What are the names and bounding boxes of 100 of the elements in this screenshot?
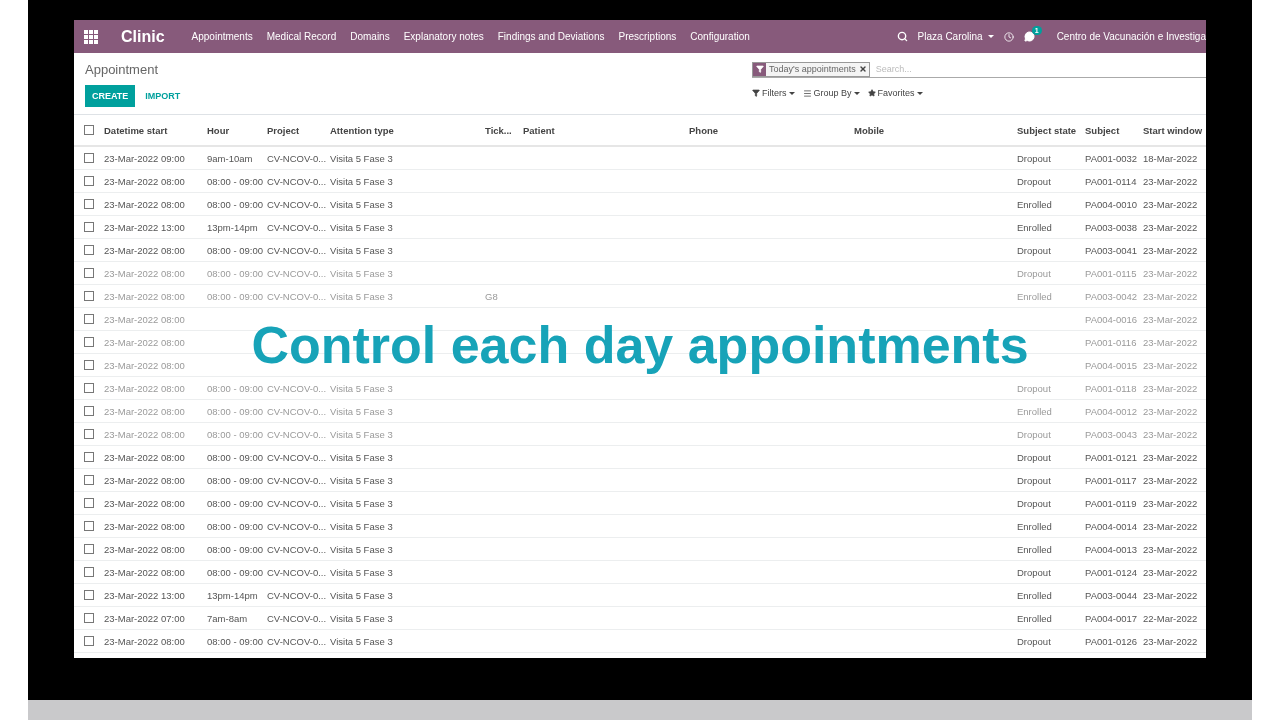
row-checkbox[interactable] <box>84 406 94 416</box>
table-cell-text: Visita 5 Fase 3 <box>329 290 394 302</box>
table-cell-text: Visita 5 Fase 3 <box>329 175 394 187</box>
row-checkbox[interactable] <box>84 636 94 646</box>
row-checkbox[interactable] <box>84 475 94 485</box>
clock-button[interactable] <box>1003 31 1014 42</box>
table-cell-text: PA003-0042 <box>1084 290 1139 302</box>
row-checkbox[interactable] <box>84 521 94 531</box>
menu-item[interactable]: Explanatory notes <box>403 31 484 42</box>
row-checkbox[interactable] <box>84 337 94 347</box>
table-cell-text: Dropout <box>1016 244 1052 256</box>
table-cell-text: 08:00 - 09:00 <box>206 428 263 440</box>
filter-icon <box>753 62 766 76</box>
table-cell-text: 23-Mar-2022 08:00 <box>103 313 186 325</box>
favorites-dropdown[interactable]: Favorites <box>867 88 923 98</box>
column-header[interactable]: Tick... <box>481 124 519 136</box>
table-cell-text: 23-Mar-2022 <box>1142 520 1199 532</box>
row-checkbox[interactable] <box>84 291 94 301</box>
row-checkbox[interactable] <box>84 245 94 255</box>
menu-item[interactable]: Domains <box>350 31 390 42</box>
table-cell-text: Dropout <box>1016 175 1052 187</box>
table-cell-text: PA001-0119 <box>1084 497 1138 509</box>
column-header[interactable]: Start window <box>1139 124 1206 136</box>
column-header[interactable]: Project <box>263 124 326 136</box>
row-checkbox[interactable] <box>84 383 94 393</box>
table-cell-text: PA003-0038 <box>1084 221 1139 233</box>
table-cell-text: Enrolled <box>1016 221 1053 233</box>
column-header[interactable]: Subject state <box>1013 124 1081 136</box>
table-cell-text: 23-Mar-2022 <box>1142 589 1199 601</box>
menu-item[interactable]: Appointments <box>191 31 253 42</box>
search-input[interactable]: Search... <box>873 63 1206 75</box>
table-cell-text: 08:00 - 09:00 <box>206 451 263 463</box>
search-button[interactable] <box>896 31 908 42</box>
table-cell-text: 23-Mar-2022 <box>1142 635 1199 647</box>
table-cell-text: 23-Mar-2022 08:00 <box>103 635 186 647</box>
row-checkbox[interactable] <box>84 429 94 439</box>
table-cell-text: CV-NCOV-0... <box>266 635 326 647</box>
caret-icon <box>916 91 923 95</box>
table-cell-text: PA004-0010 <box>1084 198 1139 210</box>
organization-name: Centro de Vacunación e Investiga <box>1056 31 1206 42</box>
table-cell-text: 23-Mar-2022 08:00 <box>103 359 186 371</box>
menu-item[interactable]: Medical Record <box>266 31 337 42</box>
row-checkbox[interactable] <box>84 544 94 554</box>
caret-icon <box>987 35 994 38</box>
row-checkbox[interactable] <box>84 268 94 278</box>
search-field[interactable]: Today's appointments Search... <box>752 61 1206 78</box>
menu-item[interactable]: Prescriptions <box>618 31 677 42</box>
table-cell-text: Visita 5 Fase 3 <box>329 405 394 417</box>
table-cell-text: Dropout <box>1016 566 1052 578</box>
row-checkbox[interactable] <box>84 567 94 577</box>
table-cell-text: 23-Mar-2022 <box>1142 336 1199 348</box>
table-cell-text: Visita 5 Fase 3 <box>329 520 394 532</box>
table-cell-text: 13pm-14pm <box>206 221 259 233</box>
filter-icon <box>752 89 760 97</box>
row-checkbox[interactable] <box>84 176 94 186</box>
column-header[interactable]: Patient <box>519 124 685 136</box>
table-cell-text: 08:00 - 09:00 <box>206 405 263 417</box>
table-cell-text: Visita 5 Fase 3 <box>329 589 394 601</box>
column-header[interactable]: Attention type <box>326 124 481 136</box>
apps-menu-button[interactable] <box>84 29 98 44</box>
table-cell-text: CV-NCOV-0... <box>266 175 326 187</box>
table-cell-text: PA004-0012 <box>1084 405 1139 417</box>
menu-item[interactable]: Findings and Deviations <box>497 31 605 42</box>
row-checkbox[interactable] <box>84 199 94 209</box>
row-checkbox[interactable] <box>84 613 94 623</box>
table-cell-text: CV-NCOV-0... <box>266 267 326 279</box>
row-checkbox[interactable] <box>84 498 94 508</box>
column-header[interactable]: Hour <box>203 124 263 136</box>
table-cell-text: 23-Mar-2022 07:00 <box>103 612 186 624</box>
table-cell-text: Visita 5 Fase 3 <box>329 566 394 578</box>
company-dropdown[interactable]: Plaza Carolina <box>917 31 994 42</box>
group-by-dropdown[interactable]: Group By <box>802 88 860 98</box>
chat-button[interactable] <box>1023 31 1035 42</box>
table-cell-text: 23-Mar-2022 08:00 <box>103 290 186 302</box>
app-name: Clinic <box>121 27 165 46</box>
facet-label: Today's appointments <box>768 64 857 74</box>
table-cell-text: PA001-0121 <box>1084 451 1139 463</box>
table-cell-text: 08:00 - 09:00 <box>206 520 263 532</box>
table-cell-text: PA004-0015 <box>1084 359 1139 371</box>
row-checkbox[interactable] <box>84 360 94 370</box>
table-cell-text: PA004-0017 <box>1084 612 1139 624</box>
column-header[interactable]: Phone <box>685 124 850 136</box>
table-cell-text: 23-Mar-2022 <box>1142 221 1199 233</box>
table-cell-text: Enrolled <box>1016 612 1053 624</box>
row-checkbox[interactable] <box>84 314 94 324</box>
table-cell-text: 08:00 - 09:00 <box>206 198 263 210</box>
row-checkbox[interactable] <box>84 590 94 600</box>
table-cell-text: Visita 5 Fase 3 <box>329 428 394 440</box>
table-cell-text: 23-Mar-2022 <box>1142 313 1199 325</box>
table-cell-text: PA001-0118 <box>1084 382 1138 394</box>
apps-grid-icon <box>84 29 98 44</box>
column-header[interactable]: Mobile <box>850 124 1013 136</box>
row-checkbox[interactable] <box>84 153 94 163</box>
select-all-checkbox[interactable] <box>84 125 94 135</box>
row-checkbox[interactable] <box>84 452 94 462</box>
column-header[interactable]: Datetime start <box>100 124 203 136</box>
row-checkbox[interactable] <box>84 222 94 232</box>
filters-dropdown[interactable]: Filters <box>752 88 795 98</box>
menu-item[interactable]: Configuration <box>690 31 750 42</box>
column-header[interactable]: Subject <box>1081 124 1139 136</box>
